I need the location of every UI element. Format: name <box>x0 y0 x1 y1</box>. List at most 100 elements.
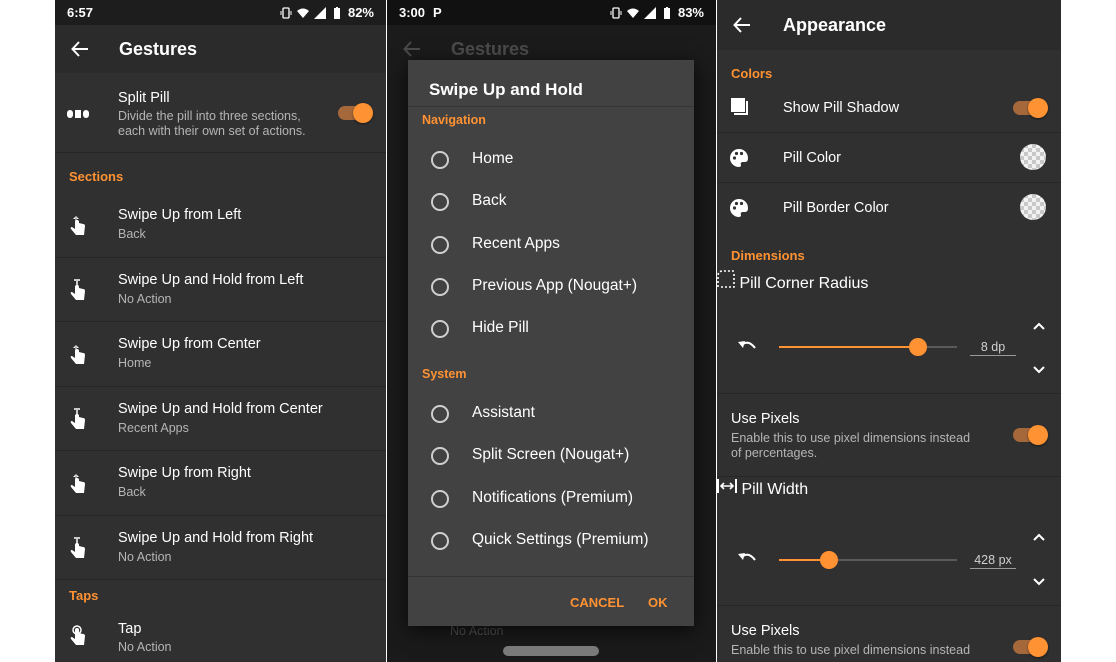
split-pill-toggle[interactable] <box>338 103 373 123</box>
system-header: System <box>422 367 467 381</box>
radio-option[interactable]: Home <box>408 140 694 180</box>
split-pill-icon <box>67 110 89 118</box>
radio-option[interactable]: Back <box>408 182 694 222</box>
gesture-row[interactable]: Swipe Up from Center Home <box>55 322 386 387</box>
radio-option[interactable]: Previous App (Nougat+) <box>408 267 694 307</box>
use-pixels-subtitle-2-1: Enable this to use pixel dimensions inst… <box>731 643 971 657</box>
corner-radius-thumb[interactable] <box>908 338 927 356</box>
dialog-title: Swipe Up and Hold <box>429 80 583 99</box>
chevron-down-icon[interactable] <box>1032 577 1046 587</box>
pill-border-color-setting[interactable]: Pill Border Color <box>717 184 1061 233</box>
swipe-up-icon <box>67 472 89 494</box>
battery-icon <box>333 6 340 19</box>
tap-title: Tap <box>118 621 142 637</box>
chevron-up-icon[interactable] <box>1032 321 1046 331</box>
radio-button-icon[interactable] <box>431 151 449 169</box>
pill-width-thumb[interactable] <box>819 551 838 569</box>
radio-button-icon[interactable] <box>431 277 449 296</box>
radio-button-icon[interactable] <box>431 193 449 212</box>
radio-button-icon[interactable] <box>431 447 449 466</box>
gesture-value: Back <box>118 485 146 499</box>
page-title: Gestures <box>451 38 530 59</box>
gesture-value: No Action <box>118 291 172 306</box>
wifi-icon <box>626 8 639 18</box>
option-label: Home <box>472 150 514 167</box>
gesture-value: Back <box>118 227 146 241</box>
option-label: Split Screen (Nougat+) <box>472 446 630 464</box>
navigation-pill[interactable] <box>503 646 599 656</box>
show-pill-shadow-setting[interactable]: Show Pill Shadow <box>717 84 1061 133</box>
gesture-title: Swipe Up from Right <box>118 465 251 481</box>
swipe-up-icon <box>67 214 89 236</box>
status-time: 3:00 <box>399 5 426 20</box>
split-pill-setting[interactable]: Split Pill Divide the pill into three se… <box>55 73 386 153</box>
option-label: Previous App (Nougat+) <box>472 276 637 294</box>
reset-icon[interactable] <box>737 338 757 356</box>
radio-button-icon[interactable] <box>431 531 449 550</box>
status-time: 6:57 <box>67 5 94 20</box>
tap-value: No Action <box>118 640 172 654</box>
use-pixels-title-2: Use Pixels <box>731 623 800 639</box>
pill-color-title: Pill Color <box>783 150 842 166</box>
dimensions-header: Dimensions <box>731 248 805 263</box>
use-pixels-subtitle-2: of percentages. <box>731 446 818 460</box>
colors-header: Colors <box>731 66 773 81</box>
radio-button-icon[interactable] <box>431 235 449 254</box>
swipe-up-icon <box>67 343 89 365</box>
radio-option[interactable]: Notifications (Premium) <box>408 479 694 519</box>
gestures-screen: 6:57 82% Gestures Split Pill Divide the … <box>55 0 386 662</box>
chevron-down-icon[interactable] <box>1032 365 1046 375</box>
split-pill-subtitle-1: Divide the pill into three sections, <box>118 109 301 123</box>
back-arrow-icon[interactable] <box>71 40 89 58</box>
vibrate-icon <box>280 6 292 19</box>
radio-option[interactable]: Assistant <box>408 394 694 434</box>
tap-gesture-row[interactable]: Tap No Action <box>55 612 386 662</box>
back-arrow-icon[interactable] <box>733 16 751 34</box>
page-title: Appearance <box>783 14 887 35</box>
pill-width-value[interactable]: 428 px <box>970 553 1016 569</box>
radio-button-icon[interactable] <box>431 320 449 339</box>
status-bar: 3:00 P 83% <box>387 0 716 25</box>
action-dialog-screen: 3:00 P 83% Gestures No Action Swipe Up a… <box>387 0 716 662</box>
palette-icon <box>730 199 748 217</box>
option-label: Hide Pill <box>472 319 529 337</box>
pill-color-setting[interactable]: Pill Color <box>717 134 1061 183</box>
appearance-screen: Appearance Colors Show Pill Shadow Pill … <box>717 0 1061 662</box>
pill-border-color-swatch[interactable] <box>1020 194 1046 220</box>
option-label: Quick Settings (Premium) <box>472 530 649 548</box>
gesture-row[interactable]: Swipe Up from Left Back <box>55 193 386 258</box>
use-pixels-toggle-2[interactable] <box>1013 637 1048 657</box>
signal-icon <box>313 6 326 19</box>
palette-icon <box>730 149 748 167</box>
gesture-row[interactable]: Swipe Up from Right Back <box>55 451 386 516</box>
pill-color-swatch[interactable] <box>1020 144 1046 170</box>
radio-button-icon[interactable] <box>431 405 449 423</box>
gesture-row[interactable]: Swipe Up and Hold from Left No Action <box>55 258 386 322</box>
use-pixels-setting[interactable]: Use Pixels Enable this to use pixel dime… <box>717 395 1061 477</box>
chevron-up-icon[interactable] <box>1032 532 1046 542</box>
status-bar: 6:57 82% <box>55 0 386 25</box>
ok-button[interactable]: OK <box>648 595 668 610</box>
use-pixels-subtitle-1: Enable this to use pixel dimensions inst… <box>731 431 971 445</box>
radio-option[interactable]: Split Screen (Nougat+) <box>408 436 694 476</box>
swipe-up-hold-icon <box>67 536 89 559</box>
swipe-up-hold-icon <box>67 407 89 430</box>
gesture-title: Swipe Up and Hold from Center <box>118 400 323 417</box>
radio-option[interactable]: Hide Pill <box>408 309 694 349</box>
use-pixels-toggle[interactable] <box>1013 425 1048 445</box>
corner-radius-value[interactable]: 8 dp <box>970 340 1016 356</box>
parking-icon: P <box>433 5 442 20</box>
corner-radius-icon <box>717 270 735 288</box>
vibrate-icon <box>610 6 622 19</box>
gesture-row[interactable]: Swipe Up and Hold from Right No Action <box>55 516 386 580</box>
radio-option[interactable]: Quick Settings (Premium) <box>408 521 694 561</box>
gesture-row[interactable]: Swipe Up and Hold from Center Recent Apps <box>55 387 386 451</box>
use-pixels-setting-2[interactable]: Use Pixels Enable this to use pixel dime… <box>717 607 1061 662</box>
show-pill-shadow-title: Show Pill Shadow <box>783 100 900 116</box>
show-pill-shadow-toggle[interactable] <box>1013 98 1048 118</box>
gesture-title: Swipe Up and Hold from Right <box>118 529 314 546</box>
cancel-button[interactable]: CANCEL <box>570 595 624 610</box>
reset-icon[interactable] <box>737 550 757 568</box>
radio-option[interactable]: Recent Apps <box>408 225 694 265</box>
radio-button-icon[interactable] <box>431 489 449 508</box>
